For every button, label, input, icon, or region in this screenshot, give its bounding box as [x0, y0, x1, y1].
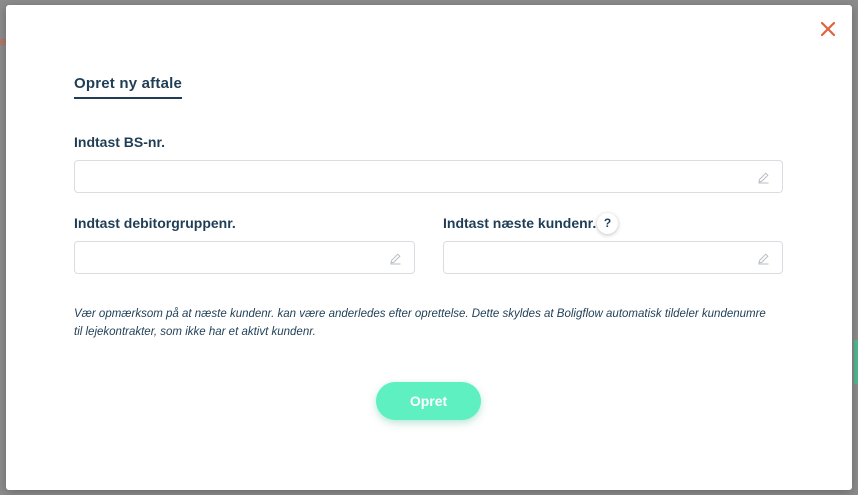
bs-number-field[interactable]	[74, 160, 783, 193]
info-note: Vær opmærksom på at næste kundenr. kan v…	[74, 308, 766, 338]
bs-number-input[interactable]	[75, 161, 782, 192]
modal-header: Opret ny aftale	[74, 75, 183, 99]
create-agreement-modal: Opret ny aftale Indtast BS-nr. Indtast d…	[6, 5, 852, 490]
debtor-group-label: Indtast debitorgruppenr.	[74, 215, 236, 231]
modal-title: Opret ny aftale	[74, 75, 183, 99]
close-icon	[820, 21, 836, 37]
next-customer-input[interactable]	[444, 242, 782, 273]
create-button[interactable]: Opret	[376, 382, 481, 420]
modal-backdrop[interactable]: e Opret ny aftale Indtast BS-nr. Indtast…	[0, 0, 858, 495]
pencil-icon	[390, 253, 401, 265]
background-accent-bar	[854, 340, 858, 384]
debtor-group-input[interactable]	[75, 242, 414, 273]
next-customer-field[interactable]	[443, 241, 783, 274]
bs-number-label: Indtast BS-nr.	[74, 134, 166, 150]
close-button[interactable]	[818, 19, 838, 39]
pencil-icon	[758, 253, 769, 265]
pencil-icon	[758, 172, 769, 184]
next-customer-label: Indtast næste kundenr.	[443, 215, 597, 231]
help-button[interactable]: ?	[597, 213, 618, 234]
debtor-group-field[interactable]	[74, 241, 415, 274]
